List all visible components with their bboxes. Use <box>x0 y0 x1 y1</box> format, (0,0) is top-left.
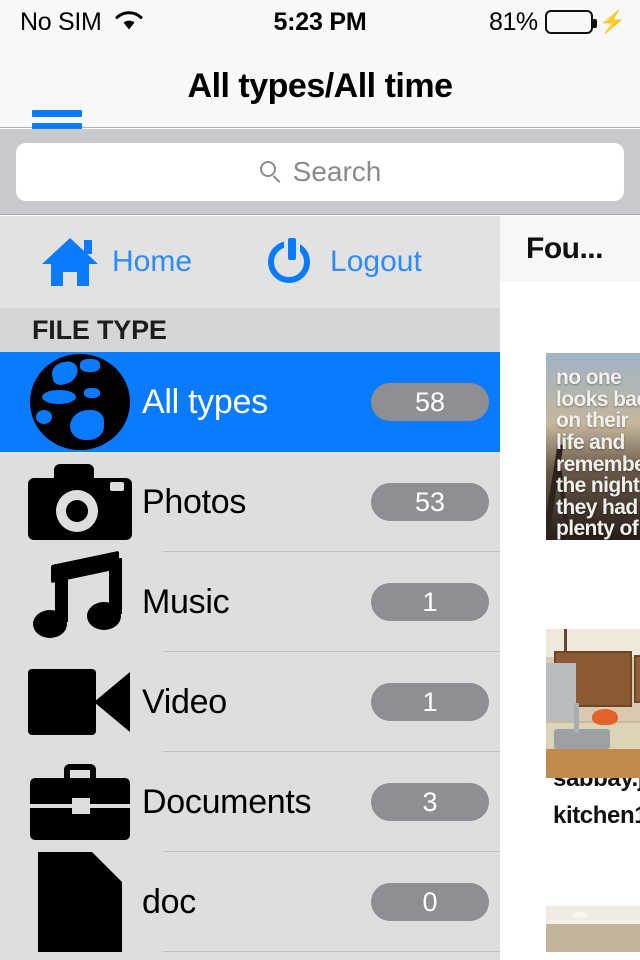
results-header: Fou... <box>500 216 640 282</box>
status-badge: 0 <box>371 883 489 921</box>
sidebar: Home Logout FILE TYPE All types 58 Photo… <box>0 216 500 960</box>
music-note-icon <box>28 550 132 646</box>
sidebar-item-doc[interactable]: doc 0 <box>0 852 500 952</box>
nav-bar: All types/All time <box>0 44 640 142</box>
battery-icon <box>544 10 597 34</box>
power-icon <box>268 238 316 286</box>
quote-overlay-text: no one looks bac on their life and remem… <box>556 366 640 540</box>
sidebar-item-music[interactable]: Music 1 <box>0 550 500 652</box>
results-panel: Fou... no one looks bac on their life an… <box>500 216 640 960</box>
status-badge: 53 <box>371 483 489 521</box>
status-bar-right: 81% ⚡ <box>489 8 626 37</box>
result-thumbnail[interactable] <box>546 629 640 778</box>
status-bar: No SIM 5:23 PM 81% ⚡ <box>0 0 640 44</box>
search-input[interactable]: Search <box>16 142 624 201</box>
status-badge: 3 <box>371 783 489 821</box>
globe-icon <box>28 354 132 450</box>
file-type-section-header: FILE TYPE <box>0 308 500 352</box>
sidebar-item-label: Music <box>142 582 230 621</box>
sidebar-item-documents[interactable]: Documents 3 <box>0 752 500 852</box>
sidebar-item-label: Documents <box>142 782 312 821</box>
battery-percent-label: 81% <box>489 7 538 36</box>
status-badge: 58 <box>371 383 489 421</box>
search-bar-container: Search <box>0 129 640 215</box>
page-title: All types/All time <box>187 66 453 105</box>
logout-button[interactable]: Logout <box>268 238 422 286</box>
sidebar-item-photos[interactable]: Photos 53 <box>0 452 500 552</box>
status-badge: 1 <box>371 583 489 621</box>
logout-label: Logout <box>330 245 422 278</box>
lightning-bolt-icon: ⚡ <box>598 9 626 34</box>
sidebar-item-label: All types <box>142 382 268 421</box>
search-icon <box>259 160 283 184</box>
home-button[interactable]: Home <box>42 238 192 286</box>
result-thumbnail[interactable]: no one looks bac on their life and remem… <box>546 353 640 540</box>
sidebar-quick-nav: Home Logout <box>0 216 500 308</box>
app-root: No SIM 5:23 PM 81% ⚡ All types/All time <box>0 0 640 960</box>
sidebar-item-label: Video <box>142 682 227 721</box>
sidebar-item-video[interactable]: Video 1 <box>0 652 500 752</box>
search-placeholder: Search <box>292 155 382 187</box>
sidebar-item-all-types[interactable]: All types 58 <box>0 352 500 452</box>
home-icon <box>42 238 98 286</box>
sidebar-item-label: doc <box>142 882 196 921</box>
sidebar-item-label: Photos <box>142 482 247 521</box>
result-thumbnail[interactable] <box>546 906 640 960</box>
status-badge: 1 <box>371 683 489 721</box>
video-camera-icon <box>28 669 132 735</box>
camera-icon <box>28 464 132 540</box>
result-filename: kitchen1.p <box>553 802 640 829</box>
document-page-icon <box>28 852 132 952</box>
home-label: Home <box>112 245 193 278</box>
briefcase-icon <box>28 764 132 840</box>
